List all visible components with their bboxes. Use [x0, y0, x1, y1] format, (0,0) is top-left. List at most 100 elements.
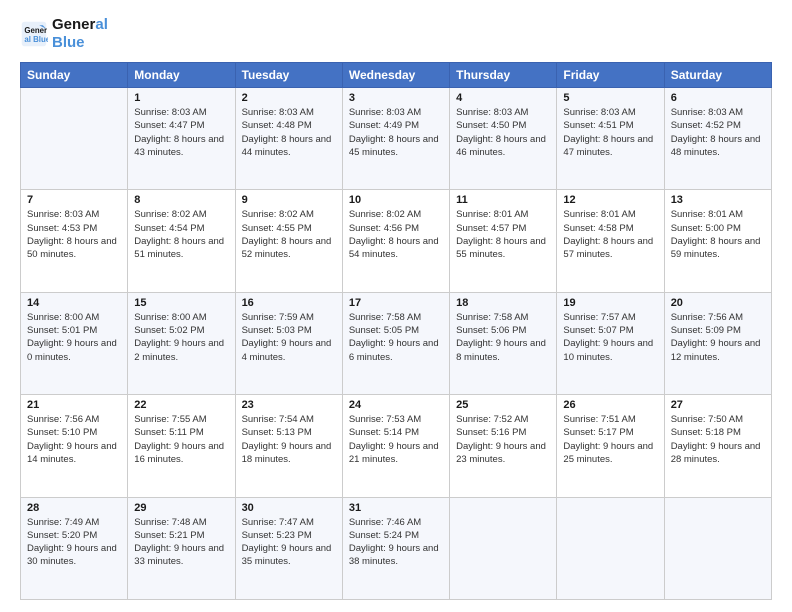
- day-number: 15: [134, 297, 228, 309]
- col-friday: Friday: [557, 63, 664, 88]
- day-cell: 26Sunrise: 7:51 AMSunset: 5:17 PMDayligh…: [557, 395, 664, 497]
- day-info: Sunrise: 8:02 AMSunset: 4:54 PMDaylight:…: [134, 208, 228, 261]
- day-number: 4: [456, 92, 550, 104]
- logo-icon: Gener al Blue: [20, 20, 48, 48]
- day-cell: 23Sunrise: 7:54 AMSunset: 5:13 PMDayligh…: [235, 395, 342, 497]
- day-cell: 30 Sunrise: 7:47 AMSunset: 5:23 PMDayligh…: [235, 497, 342, 599]
- week-row-3: 14 Sunrise: 8:00 AMSunset: 5:01 PMDayligh…: [21, 292, 772, 394]
- day-cell: 28Sunrise: 7:49 AMSunset: 5:20 PMDayligh…: [21, 497, 128, 599]
- page: Gener al Blue General Blue Sunday Monday…: [0, 0, 792, 612]
- svg-text:Gener: Gener: [24, 26, 47, 35]
- day-info: Sunrise: 8:01 AMSunset: 4:58 PMDaylight:…: [563, 208, 657, 261]
- col-thursday: Thursday: [450, 63, 557, 88]
- day-cell: 9Sunrise: 8:02 AMSunset: 4:55 PMDaylight…: [235, 190, 342, 292]
- calendar-table: Sunday Monday Tuesday Wednesday Thursday…: [20, 62, 772, 600]
- day-cell: 8 Sunrise: 8:02 AMSunset: 4:54 PMDaylight…: [128, 190, 235, 292]
- day-cell: 31Sunrise: 7:46 AMSunset: 5:24 PMDayligh…: [342, 497, 449, 599]
- day-cell: 18 Sunrise: 7:58 AMSunset: 5:06 PMDayligh…: [450, 292, 557, 394]
- day-info: Sunrise: 7:54 AMSunset: 5:13 PMDaylight:…: [242, 413, 336, 466]
- day-number: 18: [456, 297, 550, 309]
- col-saturday: Saturday: [664, 63, 771, 88]
- week-row-2: 7 Sunrise: 8:03 AMSunset: 4:53 PMDaylight…: [21, 190, 772, 292]
- day-number: 8: [134, 194, 228, 206]
- col-tuesday: Tuesday: [235, 63, 342, 88]
- svg-text:al Blue: al Blue: [24, 35, 48, 44]
- header-row: Sunday Monday Tuesday Wednesday Thursday…: [21, 63, 772, 88]
- day-info: Sunrise: 7:53 AMSunset: 5:14 PMDaylight:…: [349, 413, 443, 466]
- logo: Gener al Blue General Blue: [20, 16, 108, 52]
- day-info: Sunrise: 8:03 AMSunset: 4:47 PMDaylight:…: [134, 106, 228, 159]
- day-number: 30: [242, 502, 336, 514]
- day-cell: [21, 88, 128, 190]
- day-number: 21: [27, 399, 121, 411]
- day-number: 14: [27, 297, 121, 309]
- day-number: 24: [349, 399, 443, 411]
- day-number: 27: [671, 399, 765, 411]
- day-number: 20: [671, 297, 765, 309]
- day-info: Sunrise: 8:03 AMSunset: 4:48 PMDaylight:…: [242, 106, 336, 159]
- logo-text: General Blue: [52, 16, 108, 52]
- day-number: 19: [563, 297, 657, 309]
- day-cell: 27 Sunrise: 7:50 AMSunset: 5:18 PMDayligh…: [664, 395, 771, 497]
- day-info: Sunrise: 8:02 AMSunset: 4:56 PMDaylight:…: [349, 208, 443, 261]
- day-info: Sunrise: 7:55 AMSunset: 5:11 PMDaylight:…: [134, 413, 228, 466]
- day-number: 17: [349, 297, 443, 309]
- day-info: Sunrise: 8:03 AMSunset: 4:49 PMDaylight:…: [349, 106, 443, 159]
- day-number: 9: [242, 194, 336, 206]
- day-info: Sunrise: 7:50 AMSunset: 5:18 PMDaylight:…: [671, 413, 765, 466]
- day-number: 10: [349, 194, 443, 206]
- day-cell: 5Sunrise: 8:03 AMSunset: 4:51 PMDaylight…: [557, 88, 664, 190]
- day-number: 1: [134, 92, 228, 104]
- day-number: 6: [671, 92, 765, 104]
- day-number: 13: [671, 194, 765, 206]
- day-number: 31: [349, 502, 443, 514]
- day-number: 5: [563, 92, 657, 104]
- day-cell: 19 Sunrise: 7:57 AMSunset: 5:07 PMDayligh…: [557, 292, 664, 394]
- day-number: 25: [456, 399, 550, 411]
- day-info: Sunrise: 8:00 AMSunset: 5:02 PMDaylight:…: [134, 311, 228, 364]
- day-info: Sunrise: 7:57 AMSunset: 5:07 PMDaylight:…: [563, 311, 657, 364]
- day-number: 2: [242, 92, 336, 104]
- day-cell: 25 Sunrise: 7:52 AMSunset: 5:16 PMDayligh…: [450, 395, 557, 497]
- day-number: 7: [27, 194, 121, 206]
- day-cell: 4 Sunrise: 8:03 AMSunset: 4:50 PMDaylight…: [450, 88, 557, 190]
- day-number: 11: [456, 194, 550, 206]
- col-sunday: Sunday: [21, 63, 128, 88]
- day-cell: 13 Sunrise: 8:01 AMSunset: 5:00 PMDayligh…: [664, 190, 771, 292]
- day-info: Sunrise: 7:59 AMSunset: 5:03 PMDaylight:…: [242, 311, 336, 364]
- day-info: Sunrise: 8:03 AMSunset: 4:50 PMDaylight:…: [456, 106, 550, 159]
- day-number: 16: [242, 297, 336, 309]
- day-cell: [450, 497, 557, 599]
- day-info: Sunrise: 7:47 AMSunset: 5:23 PMDaylight:…: [242, 516, 336, 569]
- day-cell: 20Sunrise: 7:56 AMSunset: 5:09 PMDayligh…: [664, 292, 771, 394]
- day-info: Sunrise: 8:03 AMSunset: 4:52 PMDaylight:…: [671, 106, 765, 159]
- day-info: Sunrise: 8:03 AMSunset: 4:53 PMDaylight:…: [27, 208, 121, 261]
- day-cell: 12Sunrise: 8:01 AMSunset: 4:58 PMDayligh…: [557, 190, 664, 292]
- day-info: Sunrise: 7:56 AMSunset: 5:10 PMDaylight:…: [27, 413, 121, 466]
- day-number: 26: [563, 399, 657, 411]
- day-cell: 10 Sunrise: 8:02 AMSunset: 4:56 PMDayligh…: [342, 190, 449, 292]
- header: Gener al Blue General Blue: [20, 16, 772, 52]
- day-cell: 15 Sunrise: 8:00 AMSunset: 5:02 PMDayligh…: [128, 292, 235, 394]
- calendar-body: 1 Sunrise: 8:03 AMSunset: 4:47 PMDaylight…: [21, 88, 772, 600]
- day-cell: 2 Sunrise: 8:03 AMSunset: 4:48 PMDaylight…: [235, 88, 342, 190]
- day-info: Sunrise: 8:00 AMSunset: 5:01 PMDaylight:…: [27, 311, 121, 364]
- day-cell: [557, 497, 664, 599]
- day-cell: 22Sunrise: 7:55 AMSunset: 5:11 PMDayligh…: [128, 395, 235, 497]
- day-cell: 21 Sunrise: 7:56 AMSunset: 5:10 PMDayligh…: [21, 395, 128, 497]
- day-cell: 17Sunrise: 7:58 AMSunset: 5:05 PMDayligh…: [342, 292, 449, 394]
- col-wednesday: Wednesday: [342, 63, 449, 88]
- day-cell: 29Sunrise: 7:48 AMSunset: 5:21 PMDayligh…: [128, 497, 235, 599]
- week-row-4: 21 Sunrise: 7:56 AMSunset: 5:10 PMDayligh…: [21, 395, 772, 497]
- day-info: Sunrise: 8:01 AMSunset: 4:57 PMDaylight:…: [456, 208, 550, 261]
- day-cell: 7 Sunrise: 8:03 AMSunset: 4:53 PMDaylight…: [21, 190, 128, 292]
- day-cell: 14 Sunrise: 8:00 AMSunset: 5:01 PMDayligh…: [21, 292, 128, 394]
- day-info: Sunrise: 8:01 AMSunset: 5:00 PMDaylight:…: [671, 208, 765, 261]
- day-cell: 16 Sunrise: 7:59 AMSunset: 5:03 PMDayligh…: [235, 292, 342, 394]
- day-info: Sunrise: 7:58 AMSunset: 5:06 PMDaylight:…: [456, 311, 550, 364]
- week-row-1: 1 Sunrise: 8:03 AMSunset: 4:47 PMDaylight…: [21, 88, 772, 190]
- calendar-header: Sunday Monday Tuesday Wednesday Thursday…: [21, 63, 772, 88]
- day-number: 28: [27, 502, 121, 514]
- day-info: Sunrise: 7:52 AMSunset: 5:16 PMDaylight:…: [456, 413, 550, 466]
- day-cell: 11 Sunrise: 8:01 AMSunset: 4:57 PMDayligh…: [450, 190, 557, 292]
